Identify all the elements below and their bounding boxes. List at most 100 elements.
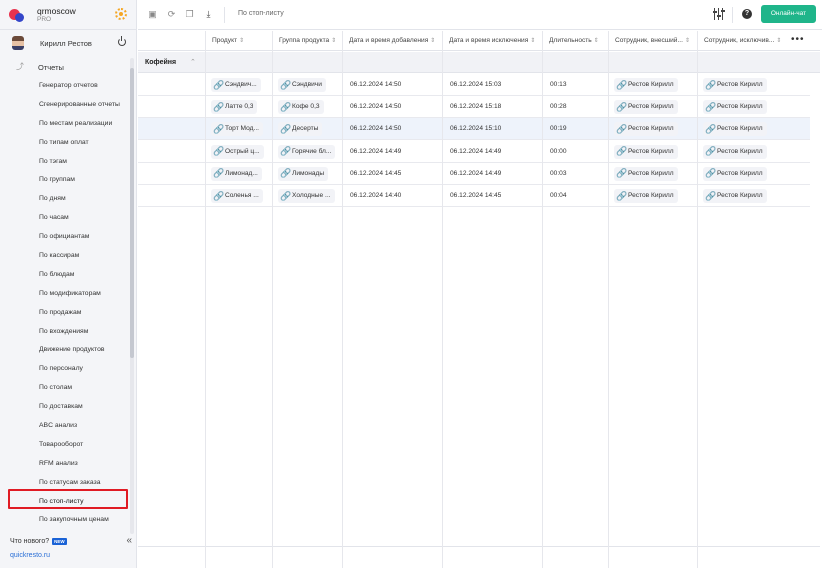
sort-icon[interactable]: ⇕ bbox=[776, 38, 781, 44]
entity-link-chip[interactable]: 🔗 Рестов Кирилл bbox=[614, 100, 678, 115]
sidebar-item[interactable]: По столам bbox=[0, 379, 130, 398]
table-cell-removed: 06.12.2024 15:18 bbox=[450, 103, 502, 111]
sort-icon[interactable]: ⇕ bbox=[530, 38, 535, 44]
sidebar-item[interactable]: По статусам заказа bbox=[0, 474, 130, 493]
download-icon[interactable]: ⤓ bbox=[204, 10, 213, 19]
table-cell-added: 06.12.2024 14:50 bbox=[350, 81, 402, 88]
column-header[interactable]: Дата и время исключения ⇕ bbox=[442, 31, 542, 51]
chip-label: Рестов Кирилл bbox=[628, 147, 674, 155]
group-collapse-icon[interactable]: ⌃ bbox=[190, 52, 196, 73]
sidebar-item[interactable]: По кассирам bbox=[0, 247, 130, 266]
sidebar-section-reports[interactable]: ⤴ Отчеты bbox=[0, 60, 137, 74]
site-link[interactable]: quickresto.ru bbox=[10, 552, 50, 559]
chip-label: Рестов Кирилл bbox=[628, 81, 674, 88]
chip-label: Рестов Кирилл bbox=[628, 103, 674, 111]
entity-link-chip[interactable]: 🔗 Рестов Кирилл bbox=[614, 166, 678, 181]
sidebar-item[interactable]: RFM анализ bbox=[0, 455, 130, 474]
user-profile[interactable]: Кирилл Рестов bbox=[0, 32, 137, 54]
entity-link-chip[interactable]: 🔗 Торт Мод... bbox=[211, 122, 263, 137]
top-toolbar: ▣ ⟳ ❐ ⤓ По стоп-листу ? Онлайн-чат bbox=[138, 0, 822, 30]
entity-link-chip[interactable]: 🔗 Лимонады bbox=[278, 166, 329, 181]
collapse-sidebar-icon[interactable]: « bbox=[126, 535, 132, 546]
whats-new-link[interactable]: Что нового? NEW « bbox=[10, 535, 132, 547]
entity-link-chip[interactable]: 🔗 Рестов Кирилл bbox=[703, 189, 767, 203]
sidebar-scroll-thumb[interactable] bbox=[130, 68, 134, 358]
entity-link-chip[interactable]: 🔗 Кофе 0,3 bbox=[278, 100, 324, 115]
sort-icon[interactable]: ⇕ bbox=[685, 38, 690, 44]
help-icon[interactable]: ? bbox=[742, 9, 752, 19]
filter-sliders-icon[interactable] bbox=[713, 8, 725, 20]
column-header[interactable]: Сотрудник, внесший... ⇕ bbox=[608, 31, 697, 51]
entity-link-chip[interactable]: 🔗 Рестов Кирилл bbox=[614, 189, 678, 203]
entity-link-chip[interactable]: 🔗 Рестов Кирилл bbox=[703, 78, 767, 92]
column-header[interactable]: Группа продукта ⇕ bbox=[272, 31, 342, 51]
table-row[interactable]: 🔗 Соленья ... 🔗 Холодные ... 06.12.2024 14:4… bbox=[138, 185, 810, 207]
sidebar-item[interactable]: По доставкам bbox=[0, 398, 130, 417]
entity-link-chip[interactable]: 🔗 Латте 0,3 bbox=[211, 100, 258, 115]
column-header[interactable]: Дата и время добавления ⇕ bbox=[342, 31, 442, 51]
sort-icon[interactable]: ⇕ bbox=[430, 38, 435, 44]
group-row[interactable]: Кофейня ⌃ bbox=[138, 52, 820, 73]
entity-link-chip[interactable]: 🔗 Рестов Кирилл bbox=[614, 144, 678, 159]
table-row[interactable]: 🔗 Сэндвич... 🔗 Сэндвичи 06.12.2024 14:50 06.1… bbox=[138, 74, 810, 96]
sidebar-item[interactable]: По официантам bbox=[0, 228, 130, 247]
entity-link-chip[interactable]: 🔗 Рестов Кирилл bbox=[614, 122, 678, 137]
table-row[interactable]: 🔗 Латте 0,3 🔗 Кофе 0,3 06.12.2024 14:50 06.12… bbox=[138, 96, 810, 119]
sidebar-item[interactable]: По вхождениям bbox=[0, 323, 130, 342]
sort-icon[interactable]: ⇕ bbox=[331, 38, 336, 44]
table-row[interactable]: 🔗 Острый ц... 🔗 Горячие бл... 06.12.2024 14:… bbox=[138, 141, 810, 163]
sidebar-item[interactable]: По группам bbox=[0, 171, 130, 190]
sort-icon[interactable]: ⇕ bbox=[239, 38, 244, 44]
sidebar-item[interactable]: По персоналу bbox=[0, 360, 130, 379]
column-header[interactable]: Сотрудник, исключив... ⇕ bbox=[697, 31, 798, 51]
sidebar-item[interactable]: По часам bbox=[0, 209, 130, 228]
entity-link-chip[interactable]: 🔗 Рестов Кирилл bbox=[703, 100, 767, 115]
theme-toggle-icon[interactable] bbox=[115, 8, 127, 20]
save-icon[interactable]: ▣ bbox=[148, 10, 157, 19]
avatar bbox=[12, 36, 24, 50]
entity-link-chip[interactable]: 🔗 Рестов Кирилл bbox=[614, 78, 678, 92]
entity-link-chip[interactable]: 🔗 Горячие бл... bbox=[278, 144, 336, 159]
sidebar-item[interactable]: По модификаторам bbox=[0, 285, 130, 304]
sidebar-item[interactable]: По дням bbox=[0, 190, 130, 209]
entity-link-chip[interactable]: 🔗 Рестов Кирилл bbox=[703, 166, 767, 181]
sidebar-item[interactable]: По закупочным ценам bbox=[0, 511, 130, 530]
more-options-icon[interactable]: ••• bbox=[791, 31, 805, 51]
entity-link-chip[interactable]: 🔗 Соленья ... bbox=[211, 189, 263, 203]
sidebar-item[interactable]: По тэгам bbox=[0, 153, 130, 172]
chip-label: Лимонад... bbox=[225, 169, 258, 177]
sidebar-item[interactable]: Товарооборот bbox=[0, 436, 130, 455]
sidebar-item[interactable]: По блюдам bbox=[0, 266, 130, 285]
whats-new-label: Что нового? bbox=[10, 537, 50, 545]
sidebar-item[interactable]: Генератор отчетов bbox=[0, 77, 130, 96]
refresh-icon[interactable]: ⟳ bbox=[167, 10, 176, 19]
sidebar-item[interactable]: Движение продуктов bbox=[0, 341, 130, 360]
entity-link-chip[interactable]: 🔗 Рестов Кирилл bbox=[703, 144, 767, 159]
entity-link-chip[interactable]: 🔗 Холодные ... bbox=[278, 189, 335, 203]
sidebar-item[interactable]: ABC анализ bbox=[0, 417, 130, 436]
column-header[interactable]: Длительность ⇕ bbox=[542, 31, 608, 51]
sidebar-item[interactable]: По местам реализации bbox=[0, 115, 130, 134]
entity-link-chip[interactable]: 🔗 Рестов Кирилл bbox=[703, 122, 767, 137]
logout-icon[interactable] bbox=[118, 36, 126, 46]
entity-link-chip[interactable]: 🔗 Острый ц... bbox=[211, 144, 264, 159]
sidebar-item[interactable]: По стоп-листу bbox=[0, 493, 130, 512]
copy-icon[interactable]: ❐ bbox=[185, 10, 194, 19]
sidebar-scrollbar[interactable] bbox=[130, 58, 134, 534]
account-switcher[interactable]: qrmoscow PRO bbox=[0, 0, 137, 30]
table-row[interactable]: 🔗 Лимонад... 🔗 Лимонады 06.12.2024 14:45 06.1… bbox=[138, 163, 810, 185]
online-chat-button[interactable]: Онлайн-чат bbox=[761, 5, 816, 23]
table-row[interactable]: 🔗 Торт Мод... 🔗 Десерты 06.12.2024 14:50 06.1… bbox=[138, 118, 810, 141]
sidebar-item[interactable]: Сгенерированные отчеты bbox=[0, 96, 130, 115]
sidebar-item[interactable]: По продажам bbox=[0, 304, 130, 323]
chip-label: Рестов Кирилл bbox=[717, 103, 763, 111]
entity-link-chip[interactable]: 🔗 Лимонад... bbox=[211, 166, 262, 181]
chip-label: Рестов Кирилл bbox=[717, 125, 763, 133]
entity-link-chip[interactable]: 🔗 Сэндвичи bbox=[278, 78, 326, 92]
entity-link-chip[interactable]: 🔗 Десерты bbox=[278, 122, 323, 137]
sidebar-item[interactable]: По типам оплат bbox=[0, 134, 130, 153]
entity-link-chip[interactable]: 🔗 Сэндвич... bbox=[211, 78, 261, 92]
table-cell-emp-add: 🔗 Рестов Кирилл bbox=[608, 74, 697, 96]
sort-icon[interactable]: ⇕ bbox=[594, 38, 599, 44]
column-header[interactable]: Продукт ⇕ bbox=[205, 31, 272, 51]
